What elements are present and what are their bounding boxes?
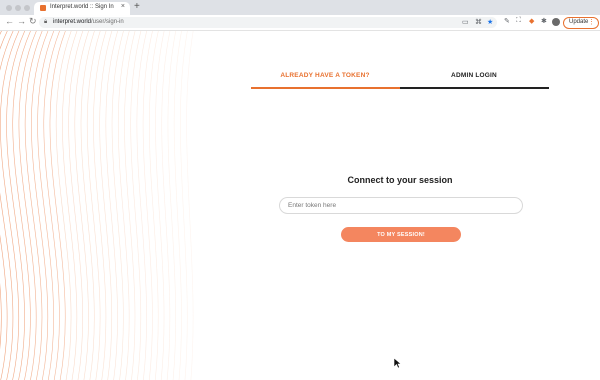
address-bar[interactable]: 🔒︎ interpret.world/user/sign-in ▭ ⌘ ★	[39, 17, 497, 28]
wave-line	[142, 31, 153, 380]
sign-in-page: ALREADY HAVE A TOKEN? ADMIN LOGIN Connec…	[0, 31, 600, 380]
wave-line	[99, 31, 113, 380]
token-input[interactable]	[279, 197, 523, 214]
new-tab-button[interactable]: +	[134, 1, 140, 12]
wave-line	[6, 31, 26, 380]
browser-tab-title: Interpret.world :: Sign In	[50, 4, 114, 10]
window-maximize-dot[interactable]	[24, 5, 30, 11]
window-minimize-dot[interactable]	[15, 5, 21, 11]
browser-tab-strip: Interpret.world :: Sign In × +	[0, 0, 600, 15]
bookmark-star-icon[interactable]: ★	[487, 18, 493, 26]
window-close-dot[interactable]	[6, 5, 12, 11]
tab-admin-login[interactable]: ADMIN LOGIN	[400, 72, 548, 79]
extensions-puzzle-icon[interactable]: ✱	[541, 17, 547, 25]
browser-toolbar: ← → ↻ 🔒︎ interpret.world/user/sign-in ▭ …	[0, 15, 600, 31]
more-menu-icon: ⋮	[588, 19, 595, 26]
wave-line	[186, 31, 194, 380]
address-url: interpret.world/user/sign-in	[53, 19, 124, 25]
update-button[interactable]: Update ⋮	[563, 17, 599, 29]
wave-line	[161, 31, 171, 380]
back-icon[interactable]: ←	[5, 16, 14, 26]
to-my-session-button[interactable]: TO MY SESSION!	[341, 227, 461, 242]
active-tab-underline	[251, 87, 400, 89]
site-favicon-icon	[40, 5, 46, 11]
browser-tab[interactable]: Interpret.world :: Sign In ×	[34, 2, 130, 15]
wave-line	[149, 31, 159, 380]
wave-line	[12, 31, 32, 380]
wave-line	[93, 31, 107, 380]
close-tab-icon[interactable]: ×	[121, 3, 125, 10]
wave-line	[86, 31, 101, 380]
wave-line	[31, 31, 49, 380]
eyedropper-extension-icon[interactable]: ✎	[504, 17, 510, 25]
tab-already-have-token[interactable]: ALREADY HAVE A TOKEN?	[251, 72, 399, 79]
qr-code-icon[interactable]: ⌘	[475, 18, 482, 26]
profile-avatar[interactable]	[552, 18, 560, 26]
forward-icon[interactable]: →	[17, 16, 26, 26]
reload-icon[interactable]: ↻	[29, 16, 37, 27]
wave-line	[0, 31, 20, 380]
translate-extension-icon[interactable]: ◆	[529, 17, 534, 25]
screenshot-extension-icon[interactable]: ⛶	[516, 17, 521, 25]
wave-line	[136, 31, 148, 380]
inactive-tab-underline	[400, 87, 549, 89]
mouse-cursor-icon	[393, 357, 401, 369]
wave-line	[155, 31, 165, 380]
lock-icon: 🔒︎	[44, 19, 48, 25]
wave-line	[111, 31, 124, 380]
cast-icon[interactable]: ▭	[462, 18, 469, 26]
connect-heading: Connect to your session	[347, 175, 453, 185]
wave-line	[18, 31, 37, 380]
update-label: Update	[569, 19, 589, 25]
wave-line	[24, 31, 43, 380]
wave-line	[105, 31, 119, 380]
